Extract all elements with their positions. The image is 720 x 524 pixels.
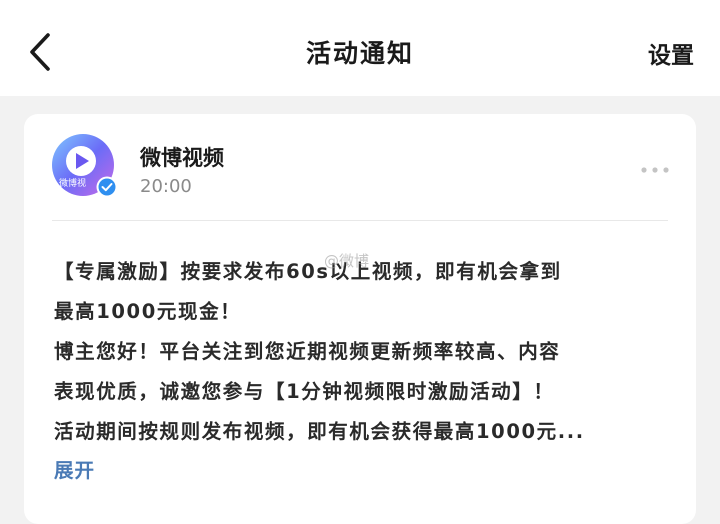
- sender-name: 微博视频: [140, 146, 224, 170]
- message-line: 表现优质，诚邀您参与【1分钟视频限时激励活动】！: [54, 380, 555, 403]
- message-time: 20:00: [140, 176, 192, 197]
- message-body: 【专属激励】按要求发布60s以上视频，即有机会拿到 最高1000元现金！ 博主您…: [54, 252, 674, 452]
- divider: [52, 220, 668, 221]
- message-line: 活动期间按规则发布视频，即有机会获得最高1000元...: [54, 420, 585, 443]
- top-bar: 活动通知 设置: [0, 0, 720, 96]
- verified-check-icon: [96, 176, 118, 198]
- expand-link[interactable]: 展开: [54, 454, 95, 483]
- settings-button[interactable]: 设置: [648, 36, 694, 70]
- page-title: 活动通知: [305, 39, 414, 68]
- message-line: 博主您好！平台关注到您近期视频更新频率较高、内容: [54, 340, 561, 363]
- notification-card: 微博视 微博视频 20:00 【专属激励】按要求发布60s以上视频，即有机会拿到…: [24, 114, 696, 524]
- avatar-label: 微博视: [59, 177, 86, 189]
- message-line: 最高1000元现金！: [54, 300, 242, 323]
- more-dots-icon: [641, 167, 669, 173]
- more-button[interactable]: [640, 160, 670, 173]
- verified-badge: [96, 176, 118, 198]
- watermark: @微博: [324, 252, 370, 270]
